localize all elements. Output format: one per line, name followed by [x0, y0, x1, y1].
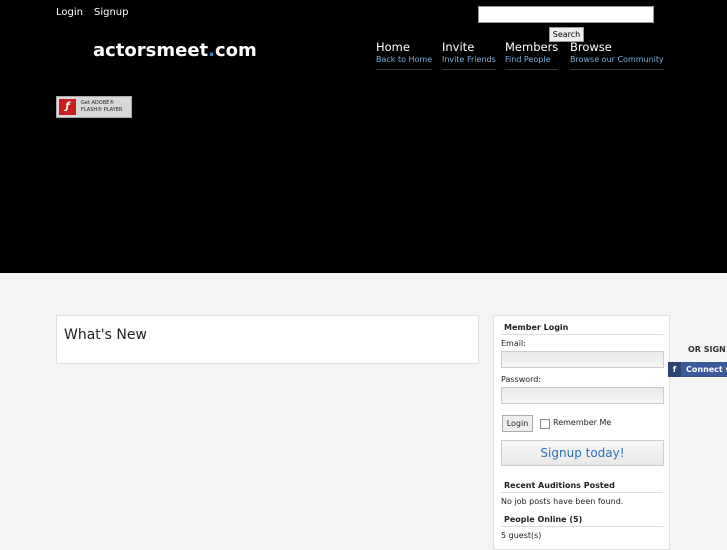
- nav-invite-subtitle: Invite Friends: [442, 55, 496, 64]
- nav-members[interactable]: Members Find People: [505, 40, 559, 70]
- remember-me-checkbox[interactable]: [540, 419, 550, 429]
- facebook-connect-label: Connect w: [686, 365, 727, 374]
- facebook-icon: f: [668, 362, 681, 377]
- header: Login Signup Search actorsmeet.com Home …: [0, 0, 727, 273]
- get-flash-player-badge[interactable]: ƒ Get ADOBE® FLASH® PLAYER: [56, 96, 132, 118]
- nav-home-title: Home: [376, 40, 410, 54]
- nav-browse-title: Browse: [570, 40, 612, 54]
- login-link[interactable]: Login: [56, 7, 83, 18]
- nav-browse-subtitle: Browse our Community: [570, 55, 664, 64]
- facebook-connect-button[interactable]: f Connect w: [668, 362, 727, 377]
- flash-badge-line1: Get ADOBE®: [81, 100, 115, 106]
- logo-tld: com: [215, 40, 257, 61]
- search-input[interactable]: [478, 6, 654, 23]
- logo-dot: .: [208, 40, 215, 61]
- password-field[interactable]: [501, 387, 664, 404]
- member-login-title: Member Login: [501, 323, 663, 335]
- or-sign-in-label: OR SIGN I: [688, 345, 727, 354]
- people-online-title: People Online (5): [501, 515, 663, 527]
- guests-online-text: 5 guest(s): [501, 531, 542, 540]
- whats-new-title: What's New: [64, 327, 147, 343]
- site-logo[interactable]: actorsmeet.com: [93, 40, 257, 61]
- flash-badge-line2: FLASH® PLAYER: [81, 107, 123, 113]
- nav-invite[interactable]: Invite Invite Friends: [442, 40, 496, 70]
- signup-today-button[interactable]: Signup today!: [501, 440, 664, 466]
- logo-name: actorsmeet: [93, 40, 209, 61]
- recent-auditions-title: Recent Auditions Posted: [501, 481, 663, 493]
- password-label: Password:: [501, 375, 542, 384]
- whats-new-panel: What's New: [56, 315, 479, 364]
- login-button[interactable]: Login: [502, 415, 533, 432]
- nav-members-title: Members: [505, 40, 559, 54]
- nav-members-subtitle: Find People: [505, 55, 551, 64]
- no-jobs-text: No job posts have been found.: [501, 497, 624, 506]
- email-field[interactable]: [501, 351, 664, 368]
- signup-link[interactable]: Signup: [94, 7, 129, 18]
- flash-icon: ƒ: [59, 99, 76, 115]
- nav-invite-title: Invite: [442, 40, 475, 54]
- remember-me-label: Remember Me: [553, 418, 612, 427]
- email-label: Email:: [501, 339, 526, 348]
- nav-home[interactable]: Home Back to Home: [376, 40, 433, 70]
- nav-browse[interactable]: Browse Browse our Community: [570, 40, 664, 70]
- sidebar: Member Login Email: Password: Login Reme…: [493, 315, 670, 550]
- nav-home-subtitle: Back to Home: [376, 55, 433, 64]
